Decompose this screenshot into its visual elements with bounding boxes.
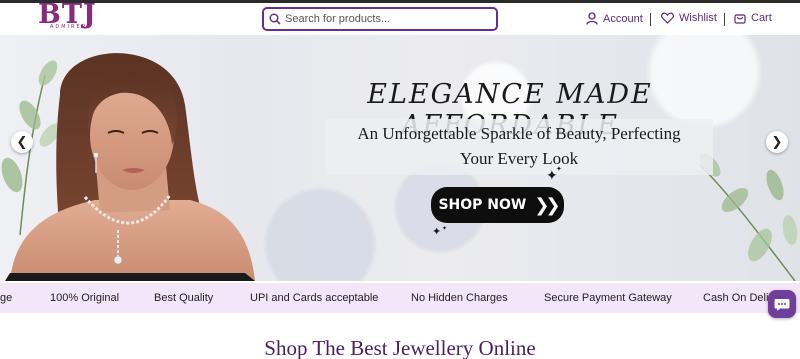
- sparkle-icon: ✦: [442, 226, 448, 232]
- nav-divider: [724, 13, 725, 26]
- feature-item: 100% Original: [50, 292, 120, 304]
- cart-icon: [734, 14, 746, 24]
- shop-now-label: SHOP NOW: [438, 197, 527, 213]
- carousel-prev-button[interactable]: ❮: [11, 131, 33, 153]
- brand-logo[interactable]: BTJ ADMIRER: [38, 0, 110, 37]
- wishlist-label: Wishlist: [679, 12, 717, 24]
- sparkle-icon: ✦: [556, 166, 562, 173]
- feature-item: Cash On Deliv: [703, 292, 774, 304]
- feature-item: Best Quality: [154, 292, 214, 304]
- heart-icon: [661, 12, 674, 24]
- carousel-next-button[interactable]: ❯: [766, 131, 788, 153]
- chat-button[interactable]: [768, 290, 796, 318]
- sparkle-icon: ✦: [432, 226, 442, 238]
- feature-item: No Hidden Charges: [411, 292, 508, 304]
- logo-subtext: ADMIRER: [50, 24, 88, 30]
- subline-line-2: Your Every Look: [459, 149, 579, 168]
- chat-icon: [774, 298, 790, 311]
- shop-now-button[interactable]: SHOP NOW ❯❯: [431, 187, 564, 223]
- site-header: BTJ ADMIRER Account Wishlist Cart: [0, 0, 800, 37]
- banner-subheadline: An Unforgettable Sparkle of Beauty, Perf…: [325, 121, 713, 171]
- search-input[interactable]: [285, 13, 485, 25]
- account-link[interactable]: Account: [586, 12, 643, 25]
- subline-line-1: An Unforgettable Sparkle of Beauty, Perf…: [357, 124, 681, 143]
- cart-link[interactable]: Cart: [734, 12, 772, 24]
- model-image: [5, 53, 255, 281]
- search-bar[interactable]: [262, 7, 498, 31]
- feature-item: ge: [0, 292, 13, 304]
- chevron-right-icon: ❯: [771, 134, 783, 149]
- section-title: Shop The Best Jewellery Online: [264, 336, 536, 359]
- chevron-left-icon: ❮: [16, 134, 28, 149]
- user-icon: [586, 12, 598, 25]
- cart-label: Cart: [751, 12, 772, 24]
- search-icon[interactable]: [269, 13, 281, 25]
- hero-banner[interactable]: ELEGANCE MADE AFFORDABLE An Unforgettabl…: [0, 35, 800, 281]
- nav-divider: [650, 13, 651, 26]
- feature-item: UPI and Cards acceptable: [250, 292, 379, 304]
- double-chevron-icon: ❯❯: [534, 194, 560, 216]
- feature-item: Secure Payment Gateway: [544, 292, 672, 304]
- features-strip: ge 100% Original Best Quality UPI and Ca…: [0, 283, 800, 313]
- wishlist-link[interactable]: Wishlist: [661, 12, 717, 24]
- account-label: Account: [603, 12, 643, 25]
